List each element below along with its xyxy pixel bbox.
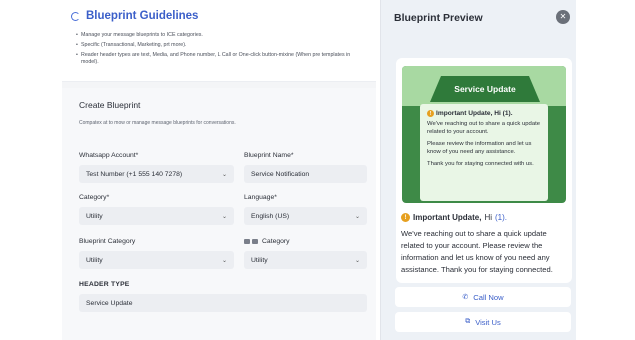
language-value: English (US) (251, 212, 290, 220)
message-heading-variable: (1). (495, 213, 508, 222)
preview-panel: Blueprint Preview ✕ Service Update ! Imp… (380, 0, 576, 340)
whatsapp-account-value: Test Number (+1 555 140 7278) (86, 170, 183, 178)
header-type-label: HEADER TYPE (79, 281, 130, 288)
guideline-item: Manage your message blueprints to ICE ca… (76, 32, 366, 39)
phone-icon: ✆ (462, 294, 469, 301)
call-now-button[interactable]: ✆ Call Now (395, 287, 571, 307)
whatsapp-account-select[interactable]: Test Number (+1 555 140 7278) ⌄ (79, 165, 234, 183)
form-subtitle: Compatex at to mow or manage message blu… (79, 120, 236, 126)
whatsapp-account-label: Whatsapp Account* (79, 152, 139, 159)
form-title: Create Blueprint (79, 100, 141, 110)
blueprint-name-label: Blueprint Name* (244, 152, 294, 159)
message-heading: ! Important Update, Hi (1). (401, 213, 507, 222)
guidelines-title: Blueprint Guidelines (86, 10, 199, 22)
link-icon: ⧉ (465, 318, 471, 325)
create-blueprint-form: Create Blueprint Compatex at to mow or m… (62, 88, 376, 340)
blueprint-name-value: Service Notification (251, 170, 310, 178)
loading-icon (71, 11, 80, 21)
guideline-item: Specific (Transactional, Marketing, prt … (76, 42, 366, 49)
visit-us-label: Visit Us (475, 317, 501, 327)
chevron-down-icon: ⌄ (354, 213, 360, 220)
warning-icon: ! (401, 213, 410, 222)
message-heading-hi: Hi (484, 213, 493, 222)
header-type-input[interactable]: Service Update (79, 294, 367, 312)
preview-title: Blueprint Preview (394, 12, 483, 24)
card-paragraph: Please review the information and let us… (427, 141, 532, 155)
chevron-down-icon: ⌄ (354, 257, 360, 264)
category2-select[interactable]: Utility ⌄ (244, 251, 367, 269)
category2-value: Utility (251, 256, 268, 264)
header-image: Service Update ! Important Update, Hi (1… (402, 66, 566, 203)
message-heading-label: Important Update, (413, 213, 482, 222)
category-label: Category* (79, 194, 110, 201)
left-panel: Blueprint Guidelines Manage your message… (62, 0, 376, 340)
guidelines-list: Manage your message blueprints to ICE ca… (76, 32, 366, 69)
category2-label-row: Category (244, 238, 290, 245)
card-paragraph: Thank you for staying connected with us. (427, 161, 534, 167)
media-icons (244, 239, 258, 244)
blueprint-category-value: Utility (86, 256, 103, 264)
card-heading-row: ! Important Update, Hi (1). (427, 110, 541, 117)
chevron-down-icon: ⌄ (221, 171, 227, 178)
visit-us-button[interactable]: ⧉ Visit Us (395, 312, 571, 332)
guidelines-header: Blueprint Guidelines (71, 10, 198, 22)
blueprint-category-label: Blueprint Category (79, 238, 136, 245)
category-value: Utility (86, 212, 103, 220)
guidelines-section: Blueprint Guidelines Manage your message… (62, 0, 376, 82)
language-select[interactable]: English (US) ⌄ (244, 207, 367, 225)
language-label: Language* (244, 194, 277, 201)
blueprint-name-input[interactable]: Service Notification (244, 165, 367, 183)
card-paragraph: We've reaching out to share a quick upda… (427, 121, 541, 135)
header-card: ! Important Update, Hi (1). We've reachi… (420, 104, 548, 201)
warning-icon: ! (427, 110, 434, 117)
close-icon: ✕ (559, 12, 567, 21)
header-type-value: Service Update (86, 299, 133, 307)
call-now-label: Call Now (473, 292, 504, 302)
category2-label: Category (262, 238, 290, 245)
message-body: We've reaching out to share a quick upda… (401, 229, 553, 274)
blueprint-category-select[interactable]: Utility ⌄ (79, 251, 234, 269)
chevron-down-icon: ⌄ (221, 213, 227, 220)
category-select[interactable]: Utility ⌄ (79, 207, 234, 225)
close-button[interactable]: ✕ (556, 10, 570, 24)
header-banner: Service Update (430, 76, 540, 102)
chevron-down-icon: ⌄ (221, 257, 227, 264)
guideline-item: Reader header types are text, Media, and… (76, 52, 366, 66)
header-banner-text: Service Update (454, 84, 516, 94)
card-heading: Important Update, Hi (1). (436, 110, 513, 117)
